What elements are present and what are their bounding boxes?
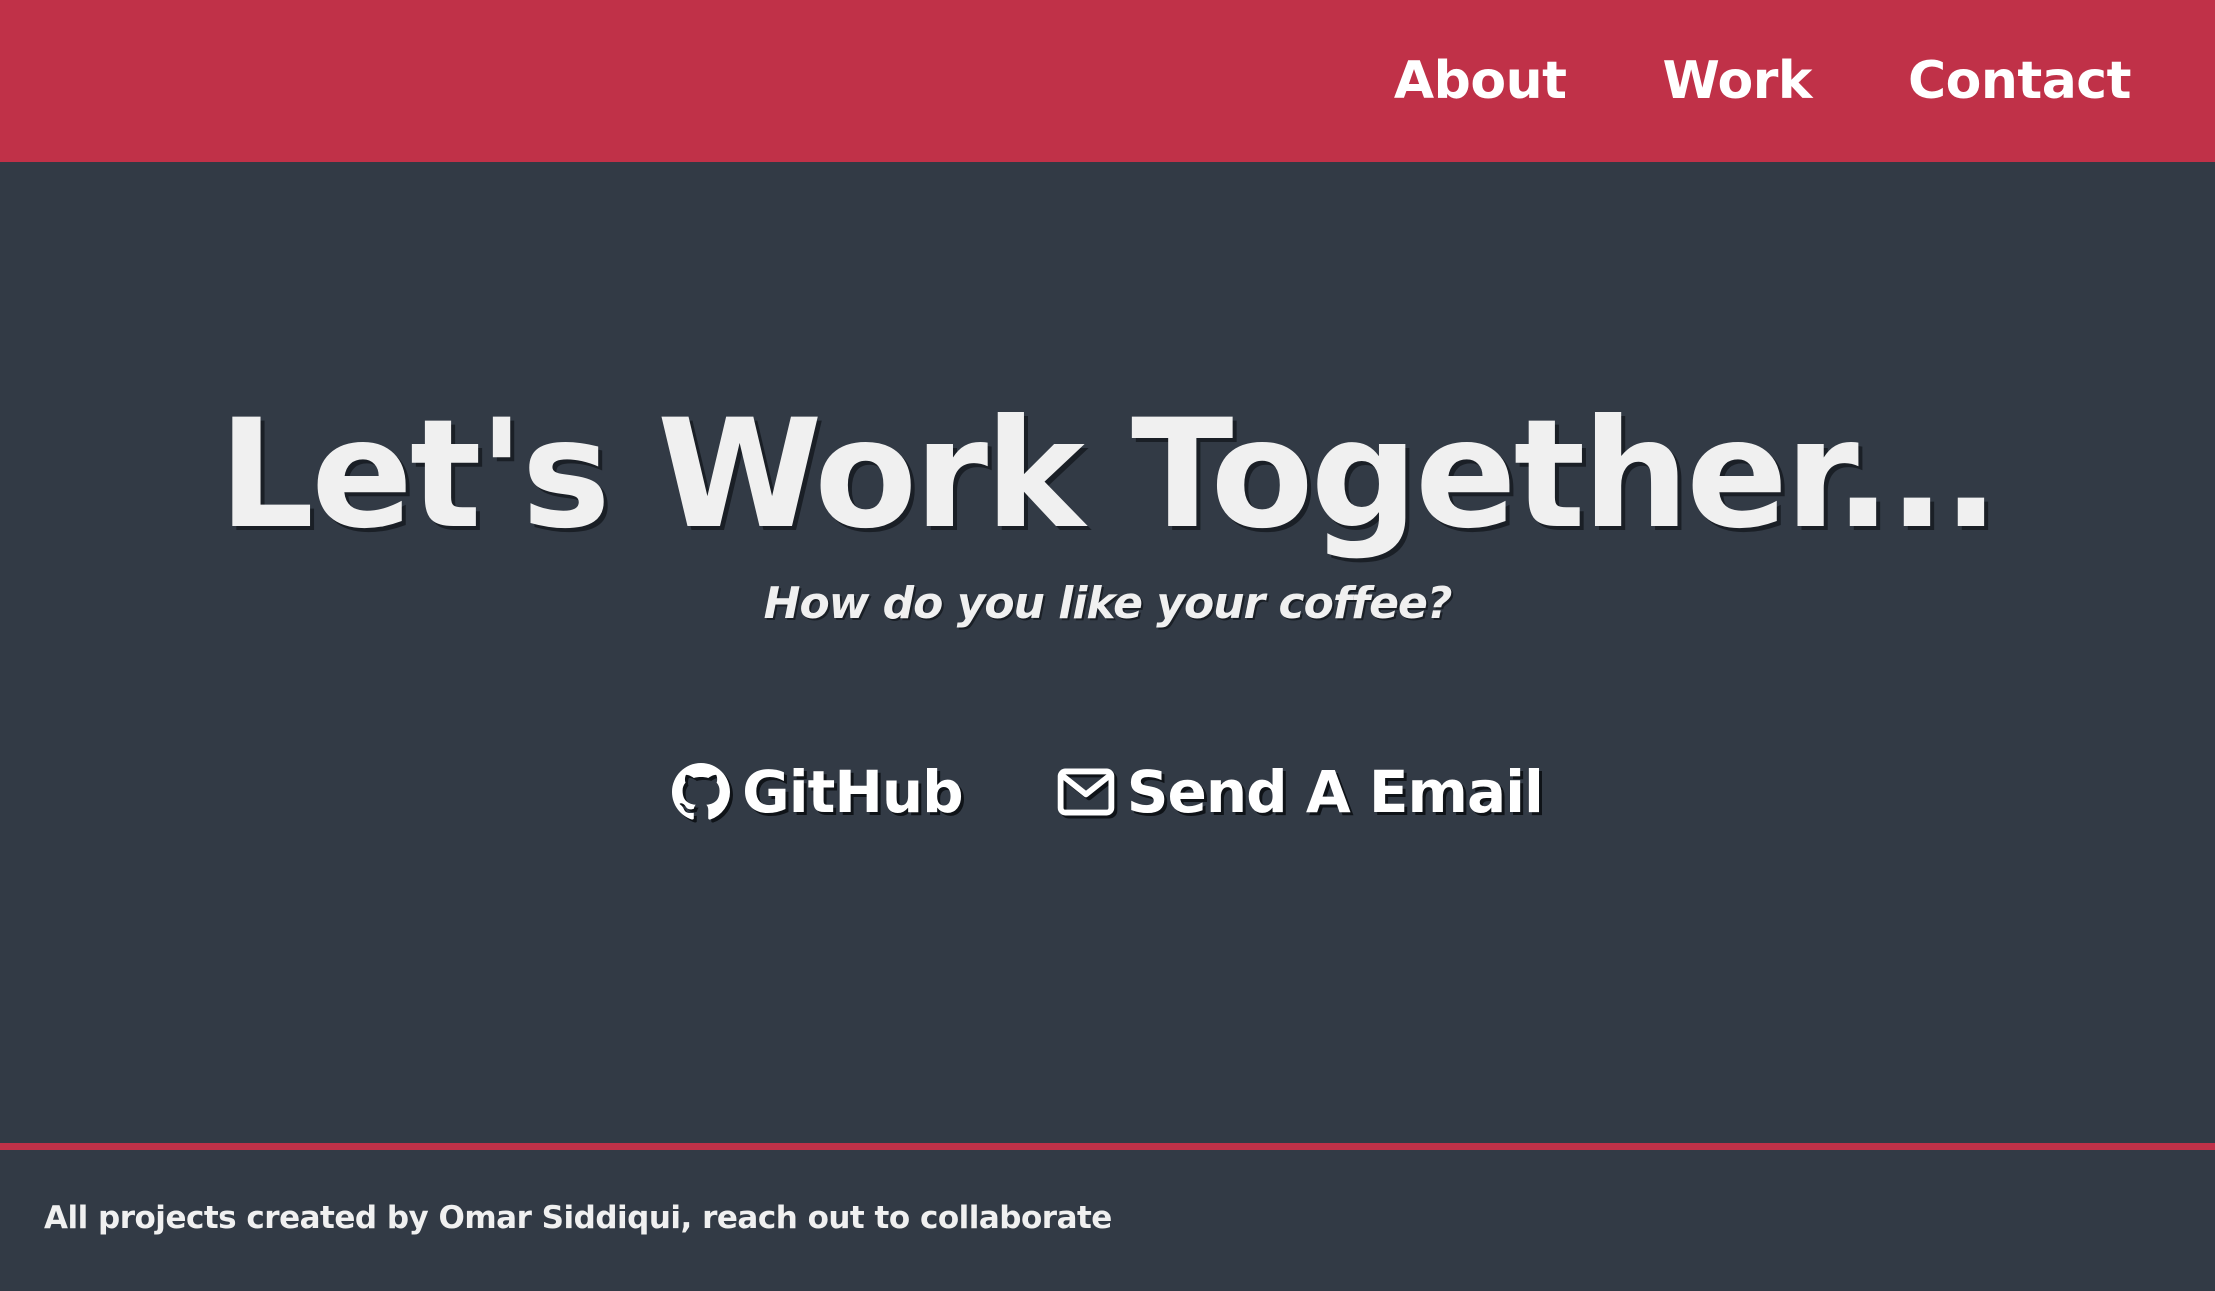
contact-links: GitHub Send A Email	[0, 758, 2215, 826]
footer-text: All projects created by Omar Siddiqui, r…	[44, 1200, 1112, 1236]
site-header: About Work Contact	[0, 0, 2215, 162]
nav-link-work[interactable]: Work	[1662, 51, 1812, 111]
nav-link-contact[interactable]: Contact	[1908, 51, 2132, 111]
nav-link-about[interactable]: About	[1394, 51, 1567, 111]
footer-divider	[0, 1143, 2215, 1150]
send-email-link[interactable]: Send A Email	[1057, 758, 1544, 826]
envelope-icon	[1057, 768, 1114, 816]
github-link-label: GitHub	[742, 758, 964, 826]
github-icon	[672, 763, 731, 820]
hero-title: Let's Work Together...	[218, 388, 2000, 562]
github-link[interactable]: GitHub	[672, 758, 964, 826]
hero-subtitle: How do you like your coffee?	[763, 578, 1453, 629]
send-email-link-label: Send A Email	[1126, 758, 1544, 826]
page: About Work Contact Let's Work Together..…	[0, 0, 2215, 1291]
main-nav: About Work Contact	[1394, 0, 2132, 162]
